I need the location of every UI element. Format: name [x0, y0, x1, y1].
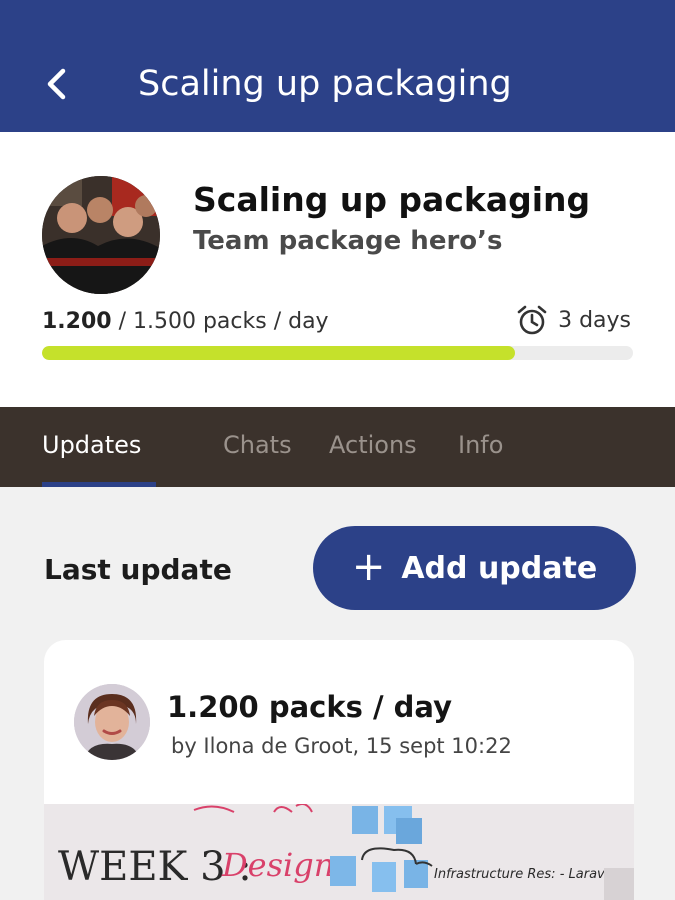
section-title: Last update [44, 553, 232, 586]
deadline: 3 days [516, 304, 631, 336]
progress-target: / 1.500 packs / day [111, 309, 329, 334]
progress-text: 1.200 / 1.500 packs / day [42, 309, 329, 334]
back-button[interactable] [36, 62, 76, 106]
update-card[interactable]: 1.200 packs / day by Ilona de Groot, 15 … [44, 640, 634, 900]
update-meta: by Ilona de Groot, 15 sept 10:22 [171, 734, 512, 758]
progress-bar-fill [42, 346, 515, 360]
chevron-left-icon [47, 68, 66, 100]
tab-updates[interactable]: Updates [42, 431, 141, 459]
goal-title: Scaling up packaging [193, 180, 591, 219]
tab-chats[interactable]: Chats [223, 431, 292, 459]
tab-info[interactable]: Info [458, 431, 503, 459]
goal-header: Scaling up packaging Team package hero’s… [0, 132, 675, 407]
team-name: Team package hero’s [193, 226, 503, 256]
update-title: 1.200 packs / day [167, 690, 453, 724]
add-update-label: Add update [401, 550, 598, 586]
deadline-text: 3 days [558, 307, 631, 333]
whiteboard-design-text: Design [221, 846, 334, 884]
active-tab-indicator [42, 482, 156, 487]
alarm-clock-icon [517, 305, 547, 335]
add-update-button[interactable]: + Add update [313, 526, 636, 610]
page-title: Scaling up packaging [138, 64, 512, 104]
progress-current: 1.200 [42, 309, 112, 334]
tab-bar: Updates Chats Actions Info [0, 407, 675, 487]
progress-bar [42, 346, 633, 360]
app-bar: Scaling up packaging [0, 0, 675, 132]
team-avatar [42, 176, 160, 294]
tab-actions[interactable]: Actions [329, 431, 417, 459]
update-image[interactable]: WEEK 3 : Design Infrastructure Res: - La… [44, 804, 634, 900]
plus-icon: + [351, 544, 386, 590]
author-avatar [74, 684, 150, 760]
